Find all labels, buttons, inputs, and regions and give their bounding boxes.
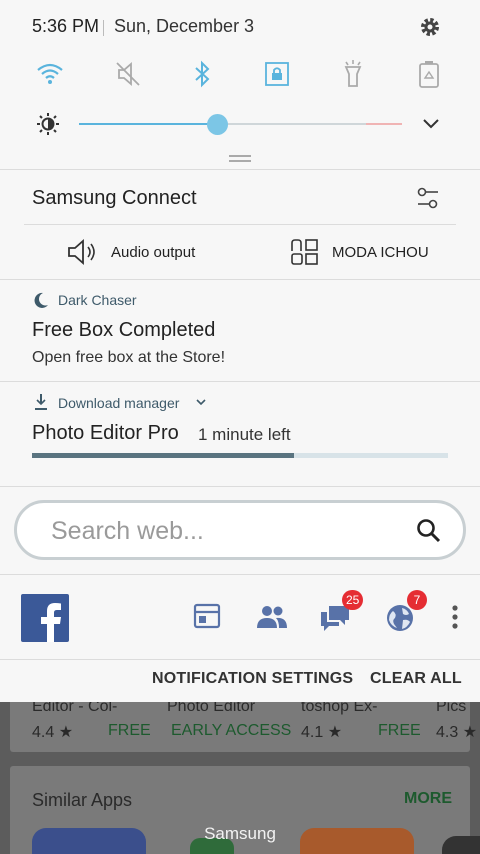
samsung-connect-title[interactable]: Samsung Connect xyxy=(32,187,197,210)
clear-all-button[interactable]: CLEAR ALL xyxy=(370,670,462,688)
brightness-slider-fill xyxy=(79,123,218,125)
search-icon[interactable] xyxy=(416,518,442,544)
settings-gear-icon[interactable] xyxy=(418,15,442,39)
notification-settings-button[interactable]: NOTIFICATION SETTINGS xyxy=(152,670,353,688)
status-date: Sun, December 3 xyxy=(114,16,255,36)
device-name-label[interactable]: MODA ICHOU xyxy=(332,244,429,261)
dark-chaser-body[interactable]: Open free box at the Store! xyxy=(32,349,225,367)
download-title[interactable]: Photo Editor Pro xyxy=(32,422,179,445)
devices-icon[interactable] xyxy=(290,238,320,266)
moon-icon xyxy=(34,292,48,308)
download-progress-fill xyxy=(32,453,294,458)
divider xyxy=(0,279,480,280)
dark-chaser-title[interactable]: Free Box Completed xyxy=(32,319,215,342)
friends-icon[interactable] xyxy=(256,604,288,630)
app-2-price: EARLY ACCESS xyxy=(171,722,292,739)
battery-saver-icon[interactable] xyxy=(413,58,445,90)
drag-handle[interactable] xyxy=(229,155,251,157)
download-icon xyxy=(35,394,47,410)
audio-output-label[interactable]: Audio output xyxy=(111,244,195,261)
download-status: 1 minute left xyxy=(198,425,291,444)
audio-output-icon[interactable] xyxy=(66,238,100,266)
search-bar[interactable] xyxy=(14,500,466,560)
brightness-slider-track[interactable] xyxy=(218,123,366,125)
screen-lock-icon[interactable] xyxy=(261,58,293,90)
dark-chaser-app-name: Dark Chaser xyxy=(58,292,137,308)
app-3-rating: 4.1 ★ xyxy=(301,724,343,741)
divider xyxy=(0,169,480,170)
divider xyxy=(0,574,480,575)
screen: { "status": {"time": "5:36 PM", "date": … xyxy=(0,0,480,854)
messages-badge: 25 xyxy=(342,590,364,610)
app-1-price: FREE xyxy=(108,722,151,739)
bluetooth-icon[interactable] xyxy=(186,58,218,90)
divider xyxy=(0,659,480,660)
download-manager-app-name: Download manager xyxy=(58,395,180,411)
search-input[interactable] xyxy=(51,517,391,546)
more-options-icon[interactable] xyxy=(451,604,459,630)
app-4-rating: 4.3 ★ xyxy=(436,724,478,741)
flashlight-icon[interactable] xyxy=(337,58,369,90)
app-3-price: FREE xyxy=(378,722,421,739)
similar-apps-title: Similar Apps xyxy=(32,790,133,810)
brightness-auto-icon[interactable] xyxy=(36,112,60,136)
notifications-badge: 7 xyxy=(407,590,427,610)
more-link[interactable]: MORE xyxy=(404,790,452,808)
status-time: 5:36 PM xyxy=(32,16,100,36)
divider xyxy=(24,224,456,225)
divider xyxy=(0,486,480,487)
divider xyxy=(103,20,104,36)
news-feed-icon[interactable] xyxy=(193,603,221,629)
toast-message: Samsung xyxy=(204,824,276,843)
divider xyxy=(0,381,480,382)
notification-shade: 5:36 PM Sun, December 3 Samsung Connect … xyxy=(0,0,480,702)
brightness-slider-warning xyxy=(366,123,402,125)
drag-handle[interactable] xyxy=(229,160,251,162)
facebook-logo-icon[interactable] xyxy=(21,594,69,642)
expand-chevron-icon[interactable] xyxy=(195,398,207,408)
chevron-down-icon[interactable] xyxy=(422,118,440,130)
connect-settings-icon[interactable] xyxy=(416,186,440,210)
wifi-icon[interactable] xyxy=(34,58,66,90)
app-1-rating: 4.4 ★ xyxy=(32,724,74,741)
brightness-slider-thumb[interactable] xyxy=(207,114,228,135)
mute-icon[interactable] xyxy=(112,58,144,90)
